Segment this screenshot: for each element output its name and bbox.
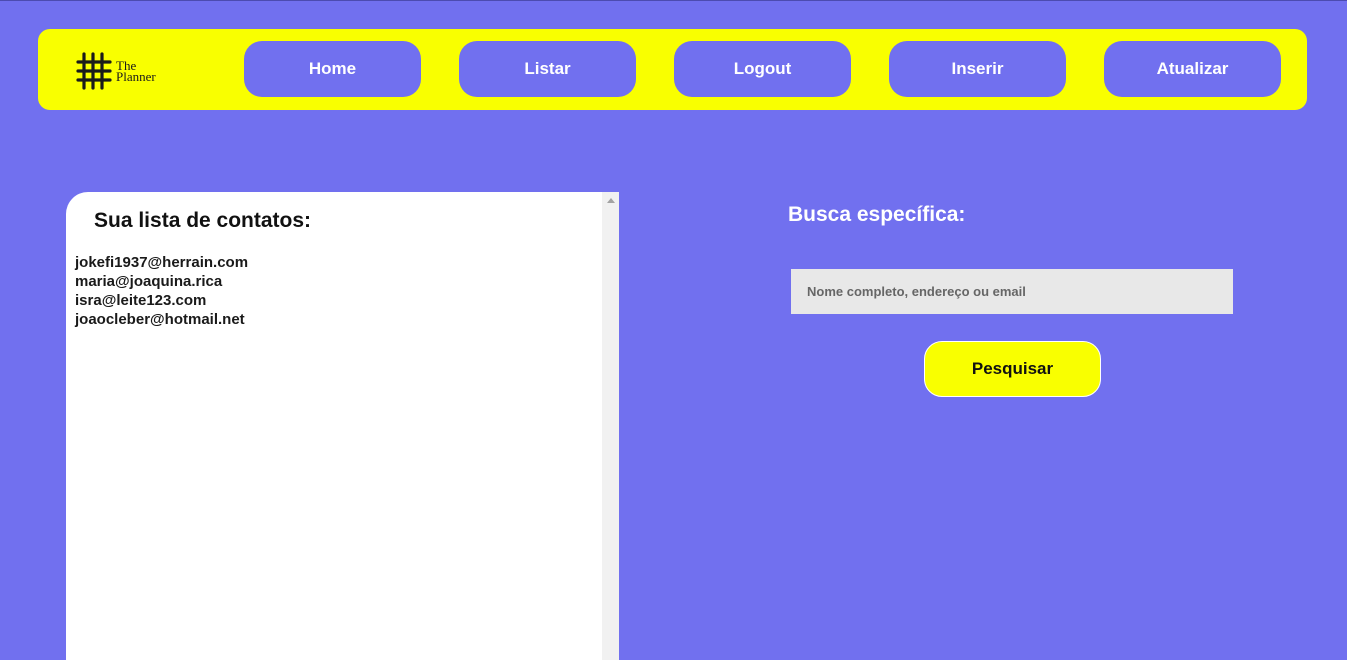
vertical-scrollbar[interactable]	[602, 192, 619, 660]
search-input[interactable]	[791, 269, 1233, 314]
logo-text: The Planner	[116, 59, 156, 84]
nav-button-atualizar[interactable]: Atualizar	[1104, 41, 1281, 97]
hash-grid-icon	[76, 52, 112, 90]
contacts-list: jokefi1937@herrain.com maria@joaquina.ri…	[75, 253, 248, 329]
nav-button-inserir[interactable]: Inserir	[889, 41, 1066, 97]
contacts-panel[interactable]: Sua lista de contatos: jokefi1937@herrai…	[66, 192, 619, 660]
nav-button-home[interactable]: Home	[244, 41, 421, 97]
contact-item: isra@leite123.com	[75, 292, 207, 309]
scroll-up-arrow-icon[interactable]	[607, 198, 615, 203]
contact-item: joaocleber@hotmail.net	[75, 311, 245, 328]
search-button[interactable]: Pesquisar	[924, 341, 1101, 397]
logo-line-2: Planner	[116, 69, 156, 84]
contacts-title: Sua lista de contatos:	[94, 209, 312, 232]
search-title: Busca específica:	[788, 203, 966, 226]
contact-item: maria@joaquina.rica	[75, 273, 223, 290]
nav-button-logout[interactable]: Logout	[674, 41, 851, 97]
navbar: The Planner Home Listar Logout Inserir A…	[38, 29, 1307, 110]
page: The Planner Home Listar Logout Inserir A…	[0, 0, 1347, 660]
contact-item: jokefi1937@herrain.com	[75, 254, 249, 271]
nav-button-listar[interactable]: Listar	[459, 41, 636, 97]
logo[interactable]: The Planner	[76, 51, 176, 91]
